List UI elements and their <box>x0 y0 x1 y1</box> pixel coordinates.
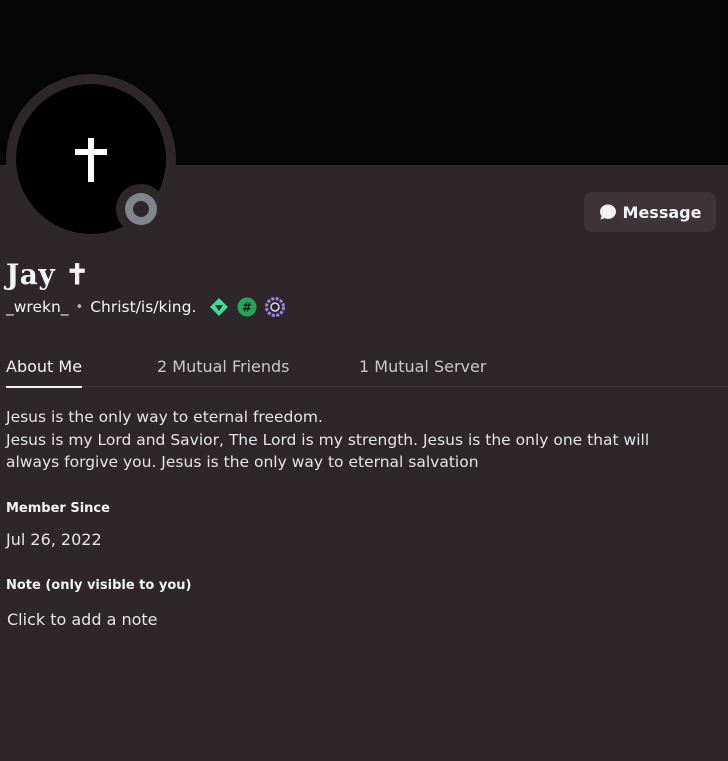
badge-list: # <box>208 296 286 318</box>
status-indicator <box>116 184 166 234</box>
tab-about-me[interactable]: About Me <box>6 357 83 388</box>
note-label: Note (only visible to you) <box>6 578 192 593</box>
tab-mutual-friends[interactable]: 2 Mutual Friends <box>157 357 290 387</box>
chat-bubble-icon <box>599 204 616 220</box>
cross-icon <box>75 138 107 182</box>
tab-mutual-servers[interactable]: 1 Mutual Server <box>359 357 486 387</box>
bio-line: Jesus is the only way to eternal freedom… <box>6 408 323 426</box>
svg-text:#: # <box>242 301 252 315</box>
laurel-wreath-badge-icon[interactable] <box>264 296 286 318</box>
username[interactable]: _wrekn_ <box>6 298 69 316</box>
offline-status-icon <box>125 193 157 225</box>
note-input[interactable] <box>0 605 300 633</box>
user-tagline: _wrekn_ • Christ/is/king. # <box>6 296 286 318</box>
pronouns: Christ/is/king. <box>90 298 197 316</box>
hashtag-badge-icon[interactable]: # <box>236 296 258 318</box>
display-name: Jay ✝ <box>6 258 90 291</box>
message-button[interactable]: Message <box>584 192 716 232</box>
bio-line: Jesus is my Lord and Savior, The Lord is… <box>6 430 650 472</box>
about-me-bio: Jesus is the only way to eternal freedom… <box>6 406 706 474</box>
separator-dot: • <box>75 299 84 315</box>
profile-tabs: About Me 2 Mutual Friends 1 Mutual Serve… <box>0 352 728 388</box>
message-button-label: Message <box>622 202 702 222</box>
member-since-date: Jul 26, 2022 <box>6 530 102 549</box>
member-since-label: Member Since <box>6 501 110 516</box>
hypesquad-balance-badge-icon[interactable] <box>208 296 230 318</box>
